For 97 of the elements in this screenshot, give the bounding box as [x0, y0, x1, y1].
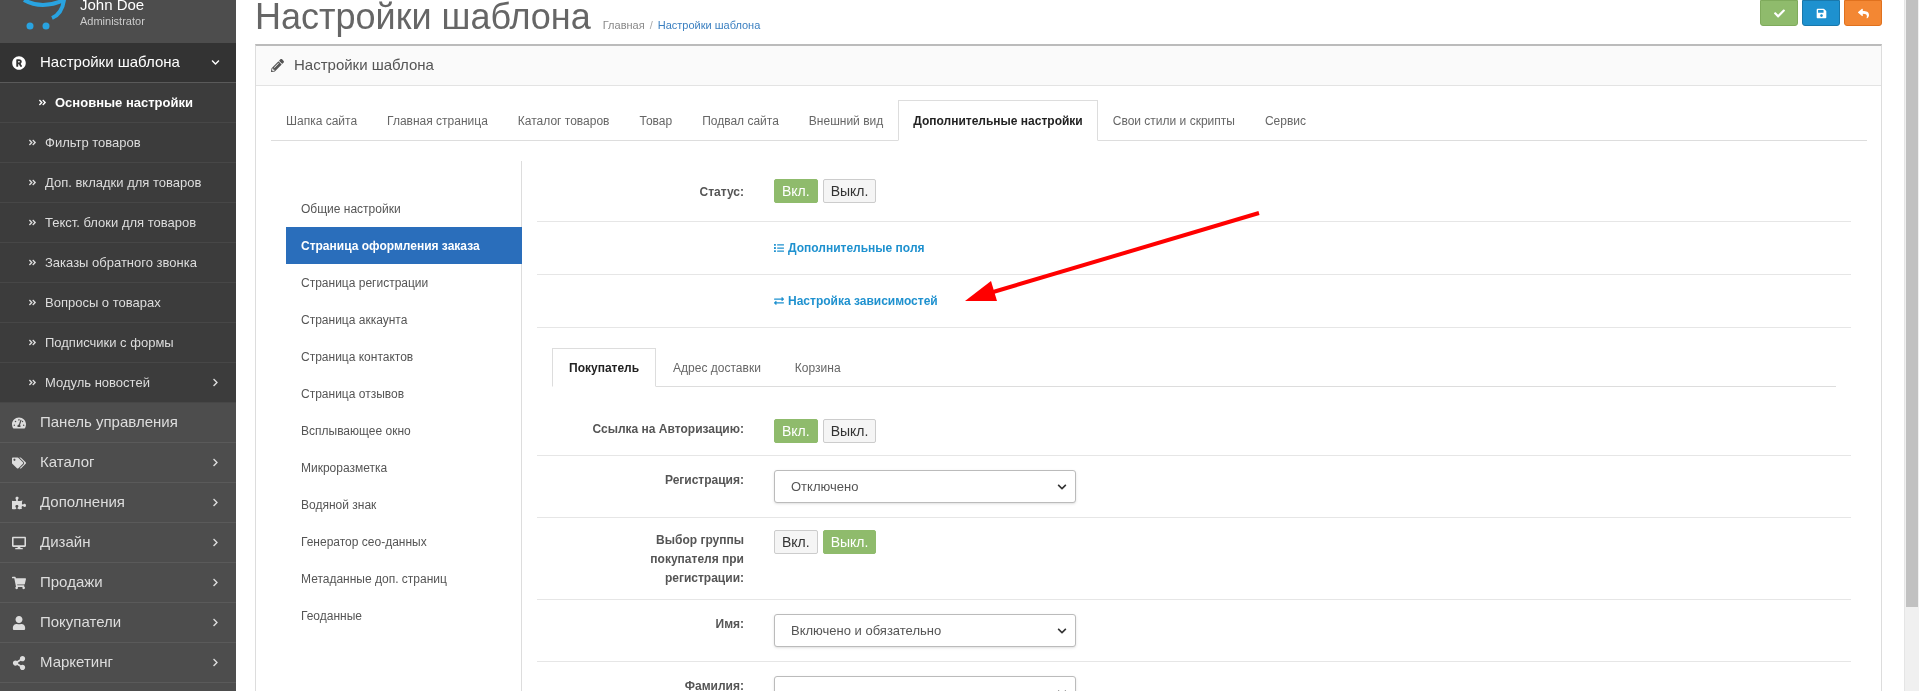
tab[interactable]: Свои стили и скрипты: [1097, 100, 1250, 141]
chevron-right-icon: [211, 378, 220, 387]
menu-item[interactable]: Панель управления: [0, 403, 236, 443]
nav-item[interactable]: Геоданные: [286, 597, 522, 634]
nav-item[interactable]: Микроразметка: [286, 449, 522, 486]
menu-item[interactable]: Дополнения: [0, 483, 236, 523]
nav-item[interactable]: Метаданные доп. страниц: [286, 560, 522, 597]
exchange-icon: [774, 296, 784, 306]
menu-item[interactable]: Настройки шаблона: [0, 43, 236, 83]
field-label: Статус:: [699, 185, 744, 199]
chevron-right-icon: [211, 578, 220, 587]
chevron-down-icon: [1057, 481, 1067, 492]
field-label: Имя:: [715, 617, 744, 631]
submenu-item[interactable]: Заказы обратного звонка: [0, 243, 236, 283]
nav-item[interactable]: Страница контактов: [286, 338, 522, 375]
scrollbar-thumb[interactable]: [1906, 0, 1918, 607]
toggle-option[interactable]: Выкл.: [822, 179, 877, 203]
settings-link[interactable]: Настройка зависимостей: [774, 292, 938, 310]
breadcrumb-separator: /: [649, 18, 653, 33]
toggle-option[interactable]: Выкл.: [822, 419, 877, 443]
tab[interactable]: Корзина: [777, 348, 858, 387]
nav-item[interactable]: Страница регистрации: [286, 264, 522, 301]
nav-item[interactable]: Страница отзывов: [286, 375, 522, 412]
logo-icon: [22, 0, 68, 30]
pencil-icon: [271, 59, 284, 72]
settings-link[interactable]: Дополнительные поля: [774, 239, 925, 257]
dashboard-icon: [12, 415, 26, 430]
tab[interactable]: Шапка сайта: [271, 100, 373, 141]
submenu-item[interactable]: Основные настройки: [0, 83, 236, 123]
menu-item[interactable]: Продажи: [0, 563, 236, 603]
chevron-right-icon: [211, 538, 220, 547]
list-icon: [774, 243, 784, 253]
cart-icon: [12, 575, 26, 590]
back-button[interactable]: [1844, 0, 1882, 26]
field-label: Выбор группы покупателя при регистрации:: [650, 533, 744, 585]
nav-item[interactable]: Генератор сео-данных: [286, 523, 522, 560]
menu-item[interactable]: Дизайн: [0, 523, 236, 563]
nav-item[interactable]: Страница аккаунта: [286, 301, 522, 338]
tab[interactable]: Адрес доставки: [656, 348, 778, 387]
menu-item[interactable]: Маркетинг: [0, 643, 236, 683]
field-label: Ссылка на Авторизацию:: [592, 422, 744, 436]
chevron-right-icon: [211, 618, 220, 627]
tab[interactable]: Главная страница: [372, 100, 503, 141]
user-icon: [12, 615, 26, 630]
field-label: Фамилия:: [684, 679, 744, 691]
chevron-down-icon: [211, 58, 220, 67]
user-role: Administrator: [80, 14, 145, 29]
registered-icon: [12, 55, 26, 70]
tab[interactable]: Покупатель: [552, 348, 657, 387]
tab[interactable]: Внешний вид: [793, 100, 899, 141]
toggle-option[interactable]: Вкл.: [774, 530, 818, 554]
nav-item[interactable]: Страница оформления заказа: [286, 227, 522, 264]
breadcrumb-link[interactable]: Главная: [602, 17, 645, 34]
double-chevron-icon: [28, 258, 37, 267]
tab[interactable]: Дополнительные настройки: [898, 100, 1098, 141]
tab[interactable]: Каталог товаров: [502, 100, 625, 141]
double-chevron-icon: [28, 138, 37, 147]
chevron-right-icon: [211, 658, 220, 667]
double-chevron-icon: [38, 98, 47, 107]
submenu-item[interactable]: Подписчики с формы: [0, 323, 236, 363]
tab[interactable]: Сервис: [1249, 100, 1321, 141]
reply-icon: [1857, 7, 1869, 19]
double-chevron-icon: [28, 298, 37, 307]
tab[interactable]: Товар: [624, 100, 688, 141]
chevron-right-icon: [211, 498, 220, 507]
submenu-item[interactable]: Доп. вкладки для товаров: [0, 163, 236, 203]
nav-item[interactable]: Водяной знак: [286, 486, 522, 523]
chevron-right-icon: [211, 458, 220, 467]
double-chevron-icon: [28, 378, 37, 387]
menu-item[interactable]: Покупатели: [0, 603, 236, 643]
user-name: John Doe: [80, 0, 145, 15]
page-title: Настройки шаблона: [255, 0, 591, 39]
submenu-item[interactable]: Вопросы о товарах: [0, 283, 236, 323]
breadcrumb-link[interactable]: Настройки шаблона: [657, 17, 761, 34]
field-label: Регистрация:: [664, 473, 744, 487]
puzzle-icon: [12, 495, 26, 510]
submenu-item[interactable]: Текст. блоки для товаров: [0, 203, 236, 243]
save-icon: [1815, 7, 1827, 19]
panel-title: Настройки шаблона: [294, 55, 434, 76]
dropdown[interactable]: Включено и обязательно: [774, 614, 1076, 647]
double-chevron-icon: [28, 178, 37, 187]
double-chevron-icon: [28, 218, 37, 227]
nav-item[interactable]: Всплывающее окно: [286, 412, 522, 449]
chevron-down-icon: [1057, 625, 1067, 636]
submenu-item[interactable]: Фильтр товаров: [0, 123, 236, 163]
double-chevron-icon: [28, 338, 37, 347]
tab[interactable]: Подвал сайта: [687, 100, 794, 141]
monitor-icon: [12, 535, 26, 550]
save-button[interactable]: [1802, 0, 1840, 26]
apply-button[interactable]: [1760, 0, 1798, 26]
menu-item[interactable]: Каталог: [0, 443, 236, 483]
submenu-item[interactable]: Модуль новостей: [0, 363, 236, 403]
check-icon: [1773, 7, 1785, 19]
dropdown[interactable]: Отключено: [774, 470, 1076, 503]
tags-icon: [12, 455, 26, 470]
nav-item[interactable]: Общие настройки: [286, 190, 522, 227]
share-icon: [12, 655, 26, 670]
